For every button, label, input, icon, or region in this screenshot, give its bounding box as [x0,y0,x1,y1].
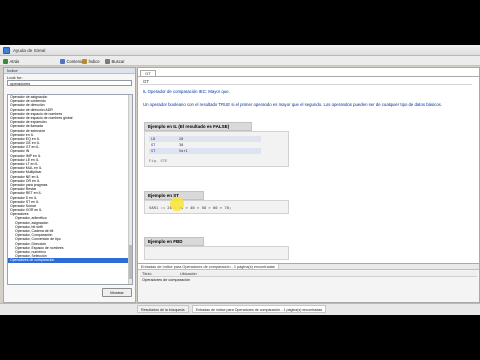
index-list[interactable]: Operador de asignación Operador de conten… [7,94,133,285]
tab-index-entries[interactable]: Entradas de índice para Operadores de co… [191,305,327,313]
document-header: GT [140,77,472,85]
cursor-highlight [170,197,184,211]
code-row: ST Var1 [149,148,261,154]
letterbox-top [0,0,480,45]
index-results-panel: Entradas de índice para Operadores de co… [138,263,479,302]
example-st-box: VAR1 := 20 > 30 > 40 > 50 > 60 > 70; [144,200,289,214]
col-title[interactable]: Título [140,271,180,276]
results-table: Título Ubicación Operadores de comparaci… [140,271,477,283]
search-button-label: Buscar [111,58,125,64]
document-body: Un operador booleano con el resultado TR… [143,102,442,107]
index-panel: Índice Look for: operadores Operador de … [3,67,136,303]
toolbar: Atrás Contenido Índice Buscar [0,56,480,66]
scrollbar-thumb[interactable] [129,245,132,279]
index-search-input[interactable]: operadores [7,80,132,86]
window-title: Ayuda de Sireal [13,48,46,53]
app-icon [3,47,10,54]
col-location[interactable]: Ubicación [180,271,197,276]
title-bar: Ayuda de Sireal [0,45,480,56]
tab-search-results[interactable]: Resultados de la búsqueda [137,305,189,313]
example-il-title: Ejemplo en IL (El resultado es FALSE) [144,122,252,131]
code-op: ST [151,149,156,153]
status-tabs: Resultados de la búsqueda Entradas de ín… [137,305,327,313]
letterbox-bottom [0,315,480,360]
example-fbd-box [144,246,289,260]
results-tabs: Entradas de índice para Operadores de co… [138,264,479,270]
back-arrow-icon [3,58,8,64]
example-fbd-title: Ejemplo en FBD [144,237,204,246]
document-intro: IL Operador de comparación IEC: Mayor qu… [143,89,230,94]
help-window: Ayuda de Sireal Atrás Contenido Índice B… [0,45,480,315]
show-button[interactable]: Mostrar [102,288,132,297]
result-title: Operadores de comparación [142,278,191,282]
content-panel: GT GT IL Operador de comparación IEC: Ma… [137,67,480,303]
back-button-label: Atrás [9,58,20,64]
document-view: GT IL Operador de comparación IEC: Mayor… [140,77,472,263]
code-arg: Var1 [179,149,188,153]
index-item-selected[interactable]: Operadores de comparación [8,258,132,263]
book-icon [60,58,65,64]
back-button[interactable]: Atrás [3,57,19,65]
search-icon [105,58,110,64]
index-button[interactable]: Índice [82,57,100,65]
example-st-code: VAR1 := 20 > 30 > 40 > 50 > 60 > 70; [149,205,232,210]
example-il-footer: Fig. STE [149,158,168,163]
index-scrollbar[interactable] [128,95,132,284]
results-tab[interactable]: Entradas de índice para Operadores de co… [138,264,279,269]
example-il-table: LD 20 GT 30 ST Var1 [149,136,261,154]
search-button[interactable]: Buscar [105,57,125,65]
index-icon [82,58,87,64]
example-il-box: LD 20 GT 30 ST Var1 Fig. STE [144,131,289,167]
status-bar: Resultados de la búsqueda Entradas de ín… [0,303,480,315]
table-row[interactable]: Operadores de comparación [140,277,477,283]
index-button-label: Índice [88,58,100,64]
